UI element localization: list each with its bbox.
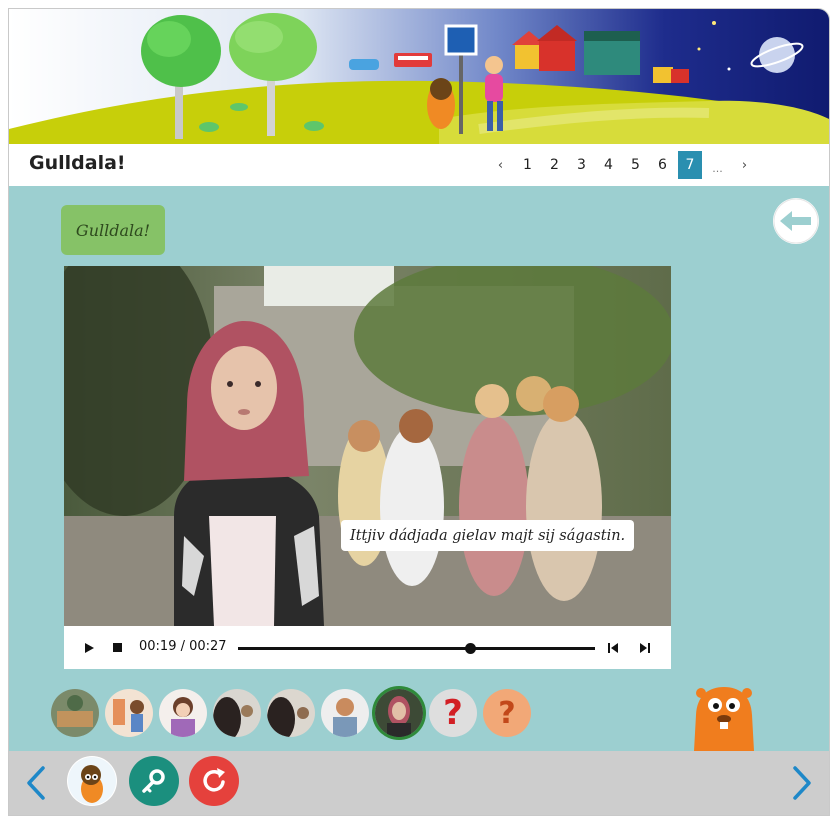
arrow-left-icon <box>773 198 819 244</box>
video-subtitle: Ittjiv dádjada gielav majt sij ságastin. <box>341 520 635 551</box>
scene-image <box>159 689 207 737</box>
app-window: Gulldala! ‹ 1 2 3 4 5 6 7 ... › Gulldala… <box>8 8 830 816</box>
previous-page-button[interactable] <box>23 765 49 801</box>
restart-button[interactable] <box>189 756 239 806</box>
skip-forward-button[interactable] <box>636 626 654 669</box>
scene-image <box>213 689 261 737</box>
skip-back-button[interactable] <box>604 626 622 669</box>
chevron-right-icon <box>793 766 811 800</box>
question-mark-icon: ? <box>498 695 516 731</box>
video-time: 00:19 / 00:27 <box>139 639 227 654</box>
speech-bubble: Gulldala! <box>61 205 165 255</box>
scene-image <box>375 689 423 737</box>
thumbnail-question-mix[interactable]: ? <box>483 689 531 737</box>
thumbnail-scene-4[interactable] <box>213 689 261 737</box>
skip-forward-icon <box>640 642 650 653</box>
video-frame <box>64 266 671 626</box>
play-button[interactable] <box>80 626 98 669</box>
key-icon <box>142 769 165 793</box>
page-link-4[interactable]: 4 <box>595 151 622 179</box>
beaver-mascot <box>689 685 759 751</box>
thumbnail-scene-7-selected[interactable] <box>375 689 423 737</box>
thumbnail-scene-3[interactable] <box>159 689 207 737</box>
seek-handle[interactable] <box>465 643 477 654</box>
thumbnail-scene-2[interactable] <box>105 689 153 737</box>
chevron-left-icon <box>27 766 45 800</box>
pagination-ellipsis: ... <box>712 161 723 175</box>
thumbnail-scene-1[interactable] <box>51 689 99 737</box>
restart-icon <box>203 768 225 792</box>
scene-image <box>105 689 153 737</box>
thumbnail-scene-5[interactable] <box>267 689 315 737</box>
scene-image <box>51 689 99 737</box>
page-link-7-current[interactable]: 7 <box>678 151 702 179</box>
page-link-2[interactable]: 2 <box>541 151 568 179</box>
title-bar: Gulldala! ‹ 1 2 3 4 5 6 7 ... › <box>9 144 829 186</box>
play-icon <box>85 642 94 653</box>
skip-back-icon <box>608 642 618 653</box>
seek-bar[interactable] <box>238 643 595 654</box>
header-banner <box>9 9 829 144</box>
answer-key-button[interactable] <box>129 756 179 806</box>
scene-image <box>267 689 315 737</box>
pagination: ‹ 1 2 3 4 5 6 7 ... › <box>487 150 758 180</box>
scene-image <box>321 689 369 737</box>
pagination-prev-button[interactable]: ‹ <box>487 151 514 179</box>
beaver-mascot-icon <box>694 687 754 751</box>
pagination-next-button[interactable]: › <box>731 151 758 179</box>
question-mark-icon: ? <box>443 693 463 733</box>
video-controls: 00:19 / 00:27 <box>64 626 671 669</box>
next-page-button[interactable] <box>789 765 815 801</box>
thumbnail-question[interactable]: ? <box>429 689 477 737</box>
back-button[interactable] <box>773 198 819 244</box>
video-player[interactable]: Ittjiv dádjada gielav majt sij ságastin. <box>64 266 671 626</box>
bottom-navigation-bar <box>9 751 829 815</box>
character-button[interactable] <box>67 756 117 806</box>
avatar-icon <box>68 757 116 805</box>
thumbnail-scene-6[interactable] <box>321 689 369 737</box>
stop-button[interactable] <box>108 626 126 669</box>
page-link-5[interactable]: 5 <box>622 151 649 179</box>
page-link-3[interactable]: 3 <box>568 151 595 179</box>
stop-icon <box>112 643 122 652</box>
page-link-6[interactable]: 6 <box>649 151 676 179</box>
page-title: Gulldala! <box>29 152 126 174</box>
page-link-1[interactable]: 1 <box>514 151 541 179</box>
